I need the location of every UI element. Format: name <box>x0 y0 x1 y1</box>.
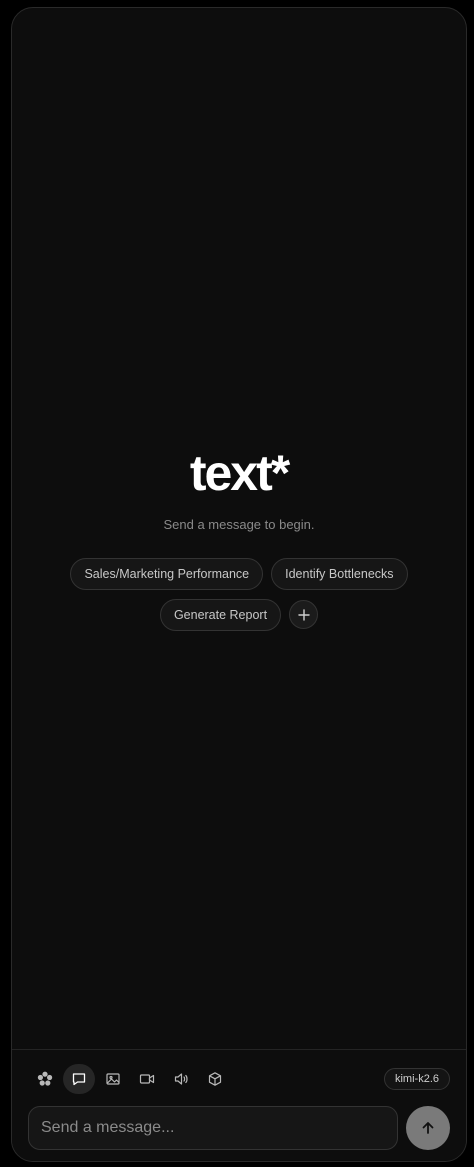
empty-state-subtitle: Send a message to begin. <box>163 517 315 532</box>
arrow-up-icon <box>422 1122 434 1134</box>
composer: kimi-k2.6 <box>12 1049 466 1161</box>
add-suggestion-button[interactable] <box>289 600 319 629</box>
settings-button[interactable] <box>29 1064 61 1094</box>
suggestion-chip-bottlenecks[interactable]: Identify Bottlenecks <box>271 558 408 590</box>
audio-icon <box>174 1073 188 1085</box>
empty-state: text* Send a message to begin. Sales/Mar… <box>12 443 466 631</box>
suggestion-chip-generate-report[interactable]: Generate Report <box>159 599 282 631</box>
3d-cube-icon <box>208 1072 222 1086</box>
chat-app: text* Send a message to begin. Sales/Mar… <box>11 7 467 1162</box>
app-logo: text* <box>189 445 290 501</box>
suggestion-row: Sales/Marketing Performance Identify Bot… <box>70 558 408 590</box>
video-mode-button[interactable] <box>131 1064 163 1094</box>
audio-mode-button[interactable] <box>165 1064 197 1094</box>
send-button[interactable] <box>406 1106 450 1150</box>
mode-toolbar <box>29 1064 231 1094</box>
image-icon <box>106 1073 120 1085</box>
message-input[interactable] <box>28 1106 398 1150</box>
plus-icon <box>297 608 310 621</box>
video-icon <box>139 1074 155 1084</box>
model-selector[interactable]: kimi-k2.6 <box>383 1068 450 1090</box>
chat-icon <box>72 1073 86 1086</box>
image-mode-button[interactable] <box>97 1064 129 1094</box>
3d-mode-button[interactable] <box>199 1064 231 1094</box>
chat-mode-button[interactable] <box>63 1064 95 1094</box>
suggestion-row: Generate Report <box>159 599 319 631</box>
suggestion-chip-sales-marketing[interactable]: Sales/Marketing Performance <box>70 558 264 590</box>
settings-icon <box>37 1071 53 1086</box>
